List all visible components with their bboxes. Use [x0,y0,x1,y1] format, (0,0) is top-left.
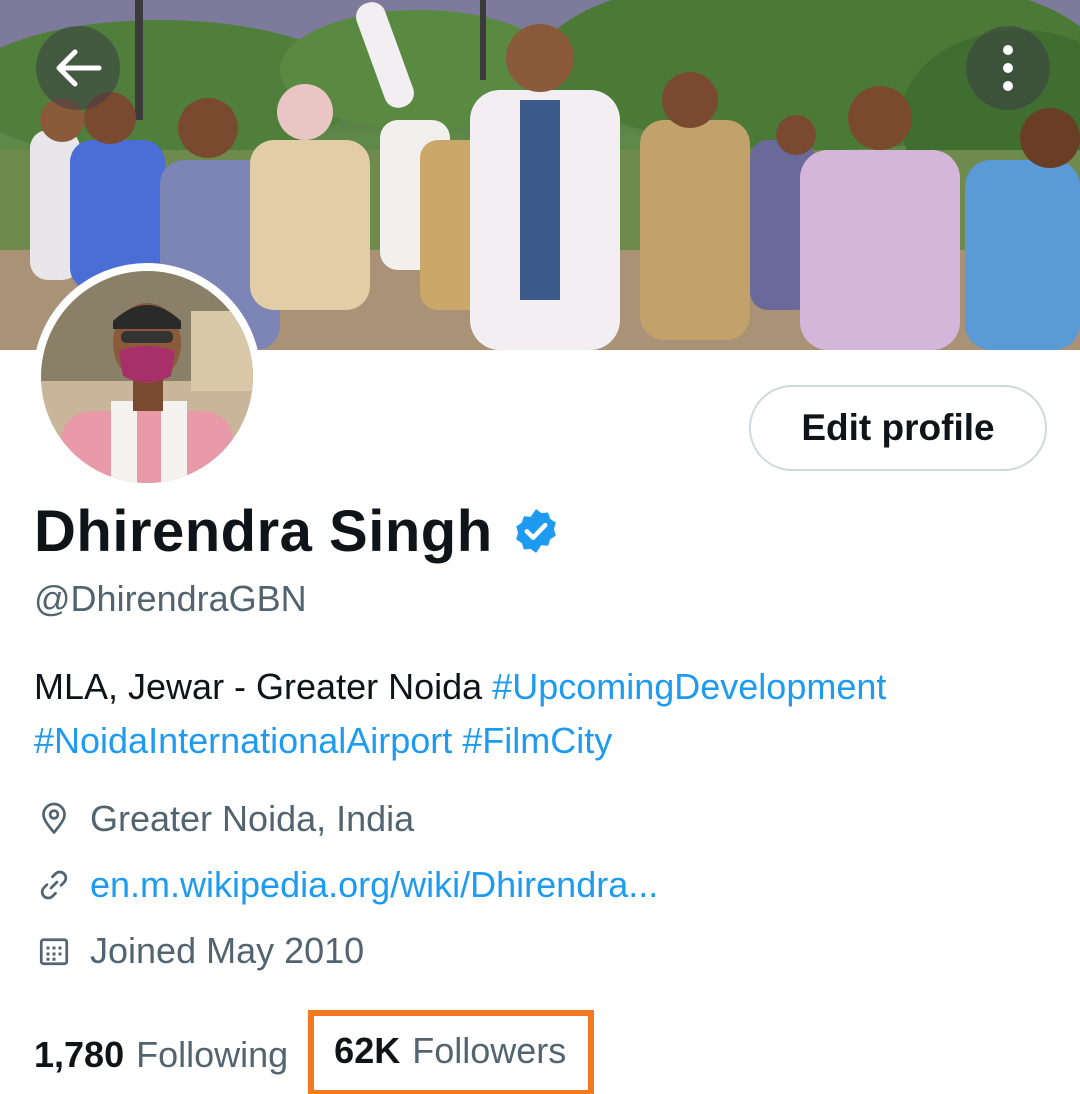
location-row: Greater Noida, India [34,798,414,840]
verified-badge-icon [511,506,561,561]
joined-row: Joined May 2010 [34,930,364,972]
back-button[interactable] [36,26,120,110]
calendar-icon [34,931,74,971]
hashtag-link[interactable]: #FilmCity [462,720,612,761]
following-stat[interactable]: 1,780 Following [34,1034,288,1076]
profile-stats: 1,780 Following 62K Followers [34,1010,595,1094]
display-name: Dhirendra Singh [34,499,493,564]
name-row: Dhirendra Singh [34,498,561,565]
location-text: Greater Noida, India [90,798,415,839]
website-link[interactable]: en.m.wikipedia.org/wiki/Dhirendra... [90,864,658,906]
location-pin-icon [34,799,74,839]
followers-label: Followers [412,1030,567,1071]
more-options-button[interactable] [966,26,1050,110]
avatar[interactable] [33,263,261,491]
arrow-left-icon [56,49,102,87]
avatar-image [41,271,253,483]
user-handle: @DhirendraGBN [34,578,307,619]
hashtag-link[interactable]: #NoidaInternationalAirport [34,720,452,761]
edit-profile-button[interactable]: Edit profile [749,385,1047,471]
bio-text: MLA, Jewar - Greater Noida [34,666,483,707]
followers-count: 62K [334,1030,401,1071]
following-count: 1,780 [34,1034,125,1075]
hashtag-link[interactable]: #UpcomingDevelopment [492,666,886,707]
more-vertical-icon [1003,45,1013,91]
profile-bio: MLA, Jewar - Greater Noida #UpcomingDeve… [34,660,1054,768]
website-row: en.m.wikipedia.org/wiki/Dhirendra... [34,864,658,906]
joined-date: Joined May 2010 [90,930,365,971]
following-label: Following [136,1034,289,1075]
link-icon [34,865,74,905]
followers-stat[interactable]: 62K Followers [308,1010,595,1094]
